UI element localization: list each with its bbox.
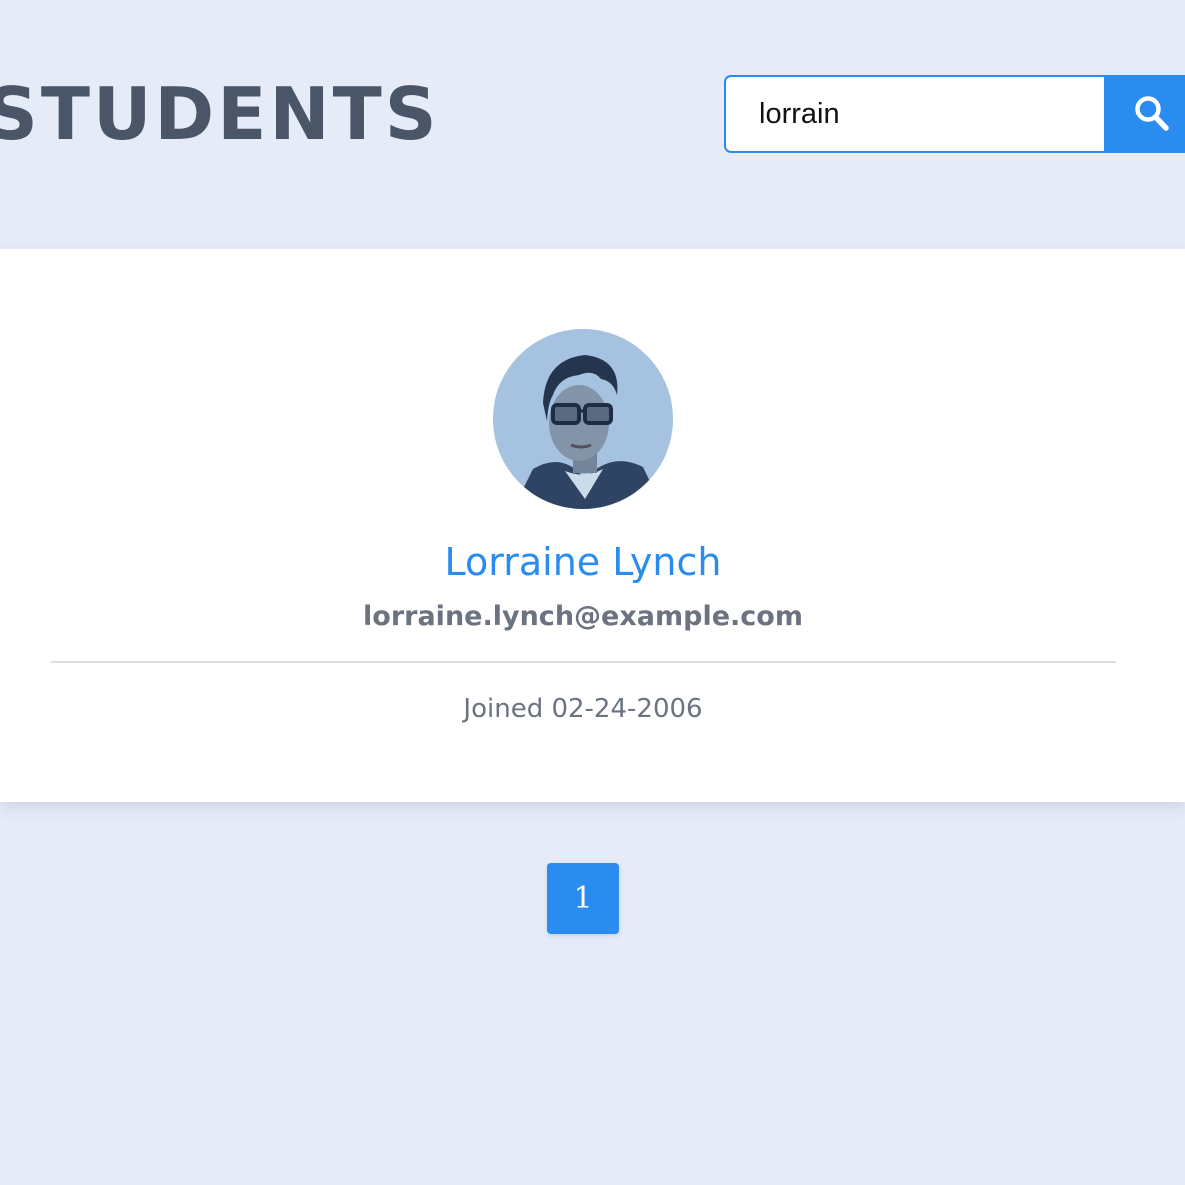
joined-date: Joined 02-24-2006 [463, 694, 703, 724]
search-icon [1135, 96, 1169, 131]
student-email: lorraine.lynch@example.com [363, 601, 803, 632]
page-title: STUDENTS [0, 72, 440, 156]
student-name[interactable]: Lorraine Lynch [0, 539, 1166, 585]
avatar-photo [493, 329, 673, 509]
search-input[interactable] [724, 75, 1104, 153]
divider [51, 661, 1116, 663]
page: STUDENTS lorrain Lorraine Lynch lorraine… [0, 0, 1185, 1185]
student-card: Lorraine Lynch lorraine.lynch@example.co… [0, 249, 1185, 802]
search-bar [724, 75, 1185, 153]
pagination: 1 [547, 863, 619, 934]
avatar [493, 329, 673, 509]
search-button[interactable] [1104, 75, 1185, 153]
page-button-1[interactable]: 1 [547, 863, 619, 934]
